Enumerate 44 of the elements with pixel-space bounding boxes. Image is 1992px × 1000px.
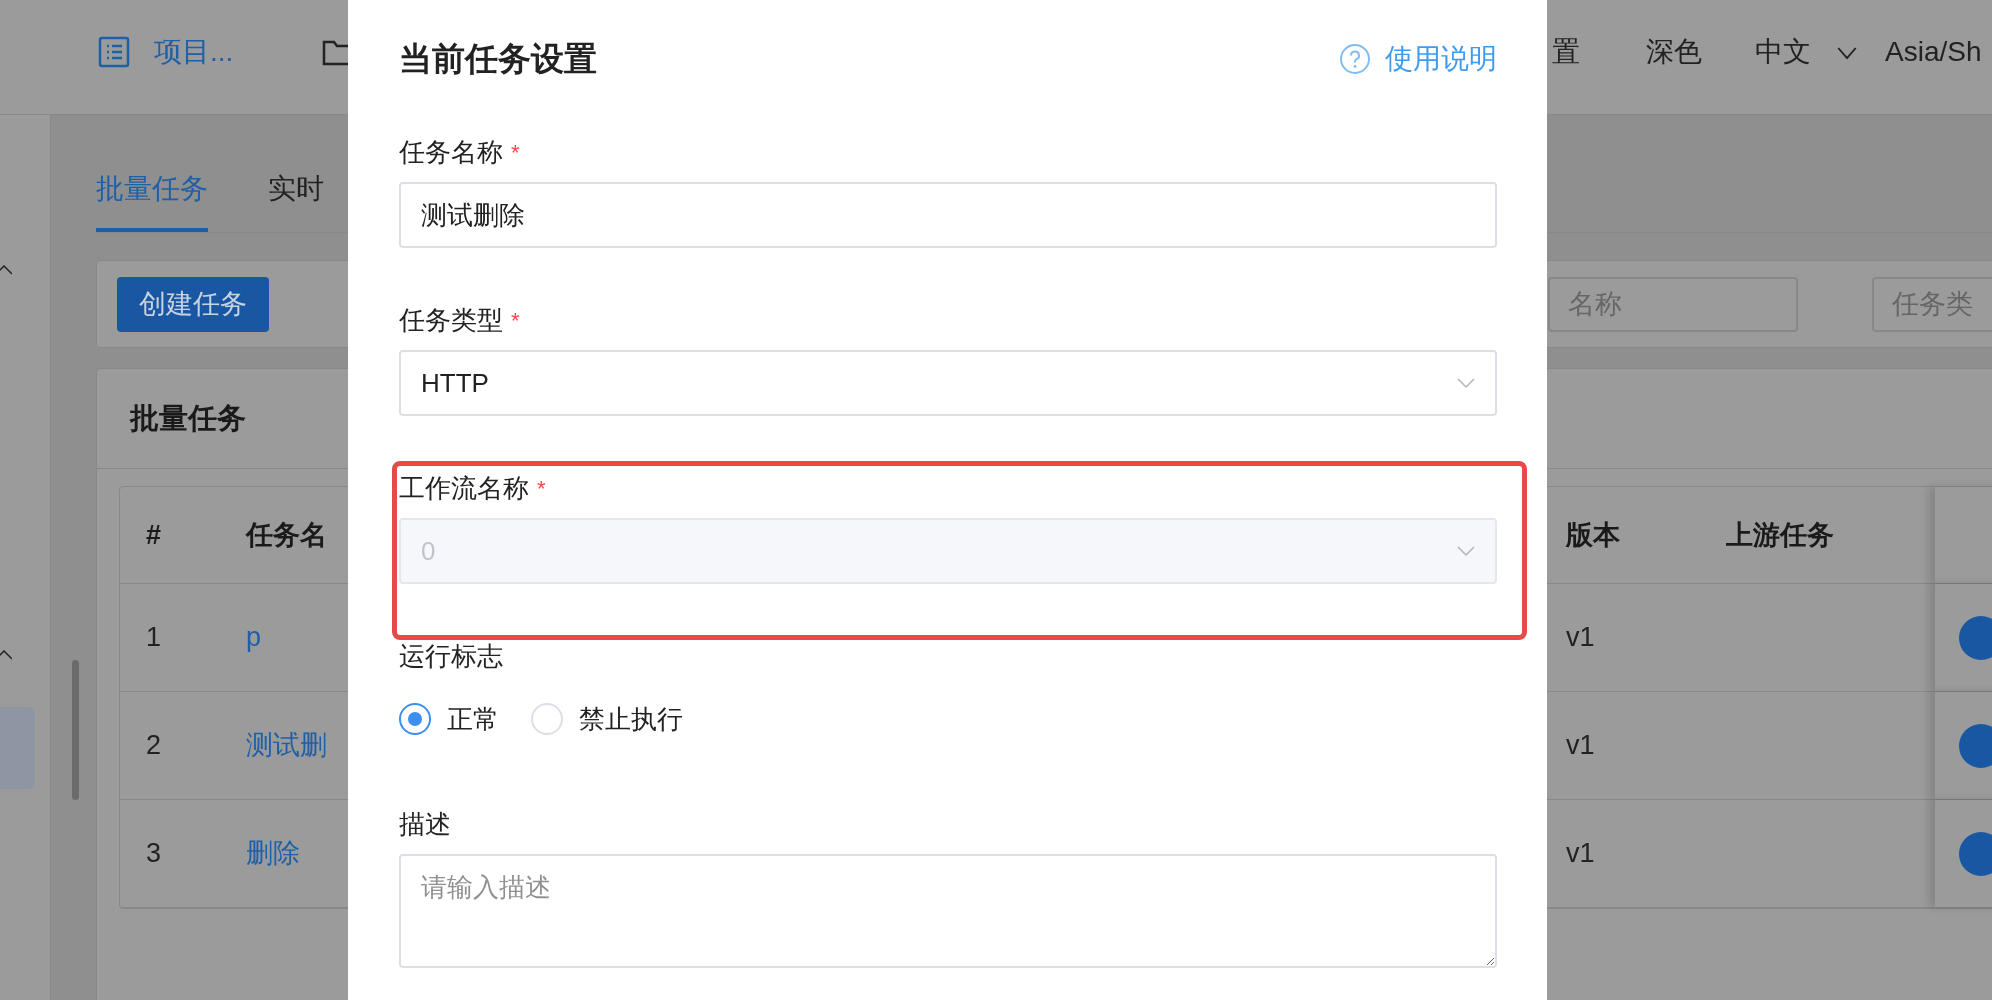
text-field[interactable]: 测试删除: [399, 182, 1497, 248]
column-header: #: [146, 518, 162, 552]
action-button[interactable]: [1959, 615, 1992, 660]
chevron-down-icon: [1457, 377, 1475, 389]
column-header: 版本: [1566, 518, 1620, 552]
dialog-title: 当前任务设置: [399, 39, 597, 79]
row-index: 1: [146, 621, 162, 655]
language-select[interactable]: 中文: [1755, 34, 1811, 70]
settings-link[interactable]: 置: [1552, 34, 1580, 70]
card-title: 批量任务: [130, 400, 246, 436]
column-header: 任务名: [246, 518, 327, 552]
row-index: 2: [146, 729, 162, 763]
chevron-up-icon[interactable]: [0, 265, 12, 275]
row-index: 3: [146, 837, 162, 871]
version-cell-text: v1: [1566, 837, 1595, 871]
action-button[interactable]: [1959, 723, 1992, 768]
description-field[interactable]: 请输入描述: [399, 854, 1497, 968]
select-field[interactable]: HTTP: [399, 350, 1497, 416]
help-link[interactable]: 使用说明: [1339, 38, 1497, 80]
chevron-down-icon: [1457, 545, 1475, 557]
help-icon: [1339, 43, 1371, 75]
required-mark: *: [511, 306, 520, 335]
required-mark: *: [537, 474, 546, 503]
timezone-select[interactable]: Asia/Sh: [1885, 34, 1982, 70]
radio-button[interactable]: [399, 703, 431, 735]
version-cell-text: v1: [1566, 621, 1595, 655]
theme-toggle[interactable]: 深色: [1646, 34, 1702, 70]
field-label: 任务类型: [399, 303, 503, 337]
field-label: 描述: [399, 807, 451, 841]
version-cell-text: v1: [1566, 729, 1595, 763]
radio-option[interactable]: 禁止执行: [531, 701, 683, 737]
field-label: 工作流名称: [399, 471, 529, 505]
field-label: 任务名称: [399, 135, 503, 169]
required-mark: *: [511, 138, 520, 167]
scrollbar-thumb[interactable]: [72, 660, 79, 800]
column-header: 上游任务: [1726, 518, 1834, 552]
chevron-down-icon[interactable]: [1837, 45, 1857, 61]
field-label: 运行标志: [399, 639, 503, 673]
radio-option[interactable]: 正常: [399, 701, 499, 737]
chevron-up-icon[interactable]: [0, 650, 12, 660]
action-button[interactable]: [1959, 831, 1992, 876]
create-task-button[interactable]: 创建任务: [117, 276, 269, 332]
tab[interactable]: 实时: [268, 150, 324, 232]
list-icon[interactable]: [98, 36, 130, 68]
